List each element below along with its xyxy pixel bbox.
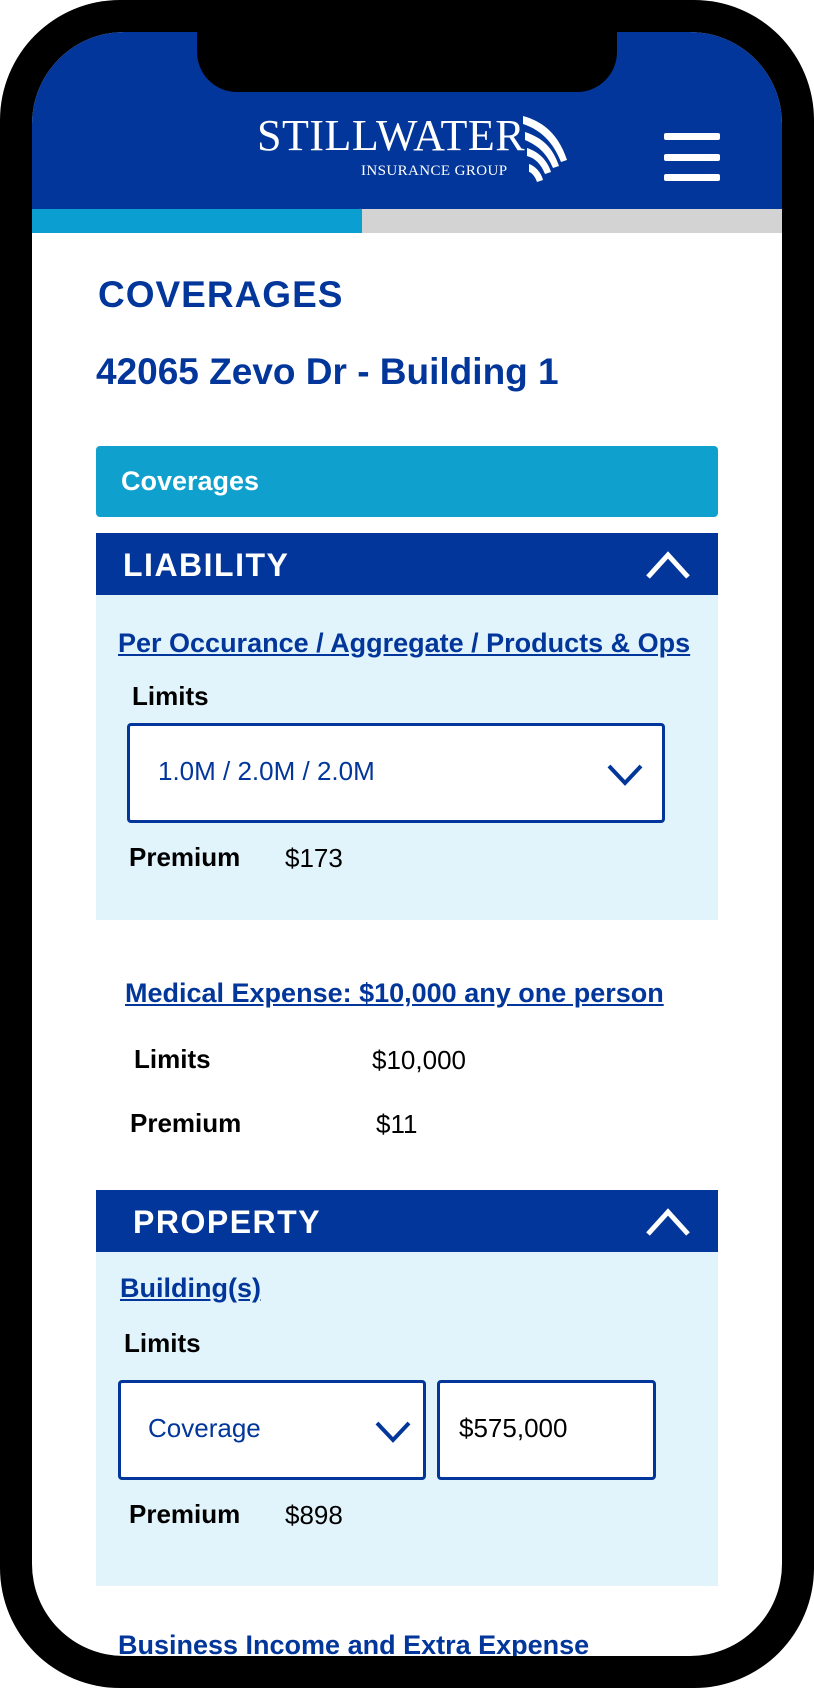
buildings-limits-label: Limits [124, 1328, 201, 1358]
menu-bar [664, 153, 720, 161]
limits-label: Limits [132, 681, 209, 711]
limits-select[interactable]: 1.0M / 2.0M / 2.0M [127, 723, 665, 823]
chevron-up-icon[interactable] [644, 1204, 692, 1238]
coverage-select-value: Coverage [148, 1413, 261, 1443]
chevron-down-icon [375, 1421, 411, 1443]
menu-bar [664, 174, 720, 181]
logo-subtitle: INSURANCE GROUP [361, 163, 508, 179]
liability-section-title: LIABILITY [123, 547, 290, 583]
medical-premium-label: Premium [130, 1108, 242, 1138]
business-income-link[interactable]: Business Income and Extra Expense [118, 1630, 589, 1656]
buildings-premium-label: Premium [129, 1499, 241, 1529]
main-content: COVERAGES 42065 Zevo Dr - Building 1 Cov… [32, 233, 782, 1656]
coverages-banner-label: Coverages [121, 466, 260, 496]
chevron-up-icon[interactable] [644, 547, 692, 581]
medical-limits-value: $10,000 [372, 1045, 466, 1075]
buildings-link[interactable]: Building(s) [120, 1273, 261, 1304]
logo-wing-icon [523, 116, 567, 182]
property-section-header[interactable]: PROPERTY [96, 1190, 718, 1252]
medical-expense-link[interactable]: Medical Expense: $10,000 any one person [125, 978, 664, 1009]
property-buildings-panel: Building(s) Limits Coverage $575,000 Pre… [96, 1252, 718, 1586]
medical-premium-value: $11 [376, 1109, 418, 1139]
property-section-title: PROPERTY [133, 1204, 322, 1240]
coverages-banner: Coverages [96, 446, 718, 517]
progress-bar [32, 209, 782, 233]
coverage-amount-value: $575,000 [459, 1413, 568, 1443]
coverage-amount-input[interactable]: $575,000 [437, 1380, 656, 1480]
coverage-select[interactable]: Coverage [118, 1380, 426, 1480]
per-occurrence-link[interactable]: Per Occurance / Aggregate / Products & O… [118, 628, 690, 659]
page-title: COVERAGES [98, 274, 344, 315]
phone-notch [197, 32, 617, 92]
liability-section-header[interactable]: LIABILITY [96, 533, 718, 595]
medical-limits-label: Limits [134, 1044, 211, 1074]
menu-bar [664, 133, 720, 140]
logo-name: STILLWATER [257, 111, 526, 160]
premium-label: Premium [129, 842, 241, 872]
progress-bar-fill [32, 209, 362, 233]
buildings-premium-value: $898 [285, 1500, 343, 1530]
hamburger-menu-icon[interactable] [664, 133, 720, 181]
building-address: 42065 Zevo Dr - Building 1 [96, 351, 559, 392]
chevron-down-icon [607, 764, 643, 786]
limits-select-value: 1.0M / 2.0M / 2.0M [158, 756, 375, 786]
premium-value: $173 [285, 843, 343, 873]
liability-per-occurrence-panel: Per Occurance / Aggregate / Products & O… [96, 595, 718, 920]
phone-frame: STILLWATER INSURANCE GROUP COVERAGES 420… [0, 0, 814, 1688]
stillwater-logo[interactable]: STILLWATER INSURANCE GROUP [257, 110, 577, 200]
phone-screen: STILLWATER INSURANCE GROUP COVERAGES 420… [32, 32, 782, 1656]
